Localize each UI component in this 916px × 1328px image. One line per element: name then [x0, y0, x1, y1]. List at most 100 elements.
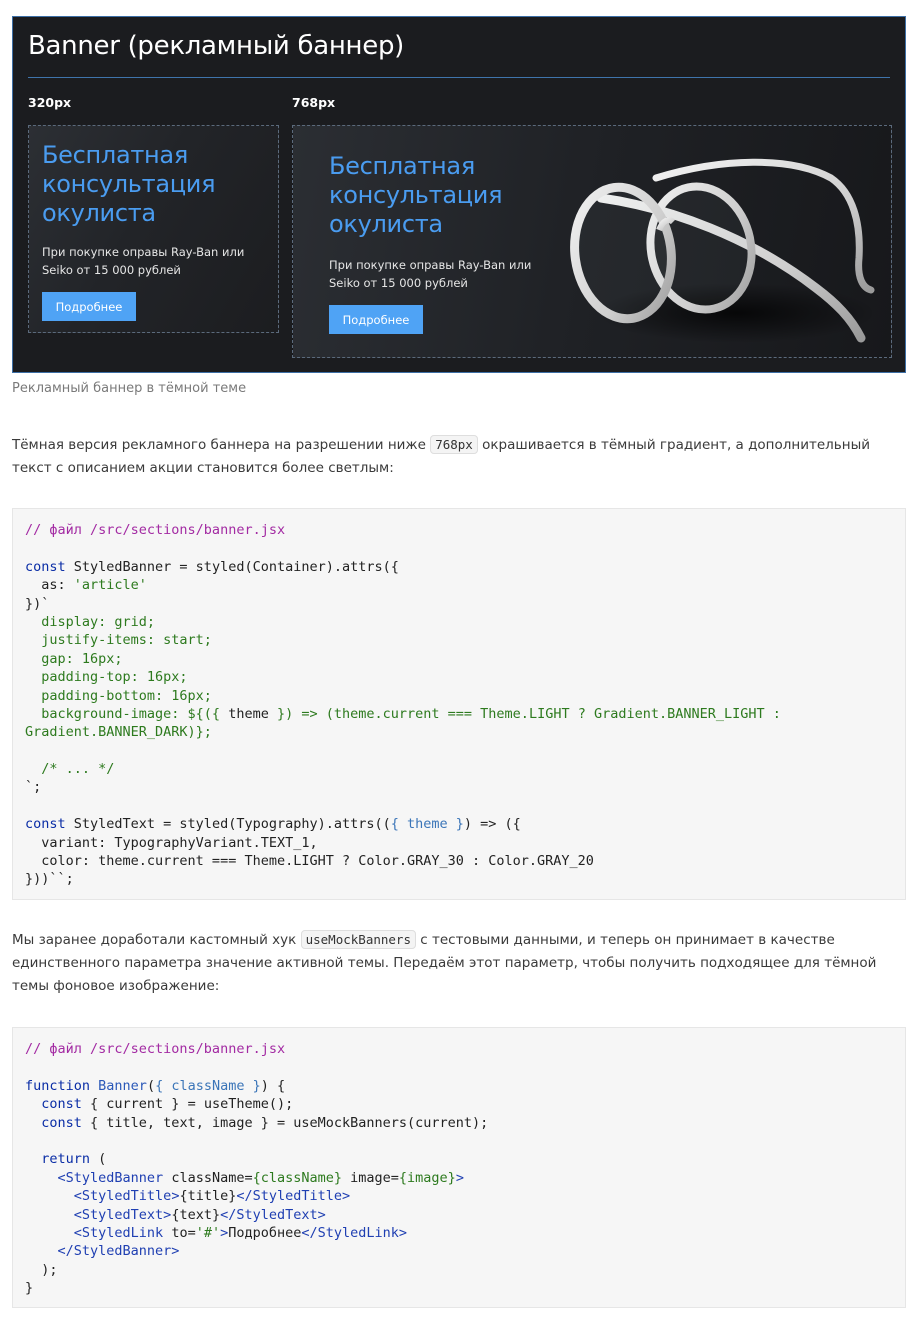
code-token: <StyledBanner [57, 1169, 164, 1186]
code-line: background-image: ${({ theme }) => (them… [25, 705, 893, 723]
code-line: variant: TypographyVariant.TEXT_1, [25, 834, 893, 852]
code-line: <StyledBanner className={className} imag… [25, 1169, 893, 1187]
code-token: return [41, 1151, 91, 1168]
code-token: color: theme.current === Theme.LIGHT ? C… [25, 853, 594, 870]
code-line: function Banner({ className }) { [25, 1077, 893, 1095]
banner-text: При покупке оправы Ray-Ban или Seiko от … [329, 258, 532, 290]
code-line: } [25, 1279, 893, 1297]
code-token: padding-top: 16px; [25, 669, 188, 686]
code-token: </StyledLink> [301, 1224, 408, 1241]
code-token: {image} [398, 1169, 456, 1186]
code-line: return ( [25, 1150, 893, 1168]
breakpoint-label-768: 768px [292, 95, 336, 110]
code-token: > [220, 1224, 229, 1241]
code-token: StyledText = styled(Typography).attrs(( [65, 816, 391, 833]
code-token: 'article' [73, 577, 147, 594]
code-line: justify-items: start; [25, 631, 893, 649]
demo-frame: Banner (рекламный баннер) 320px 768px Бе… [12, 16, 906, 373]
code-token: <StyledText> [73, 1206, 172, 1223]
paragraph-text: Тёмная версия рекламного баннера на разр… [12, 437, 431, 453]
code-token: Подробнее [228, 1224, 302, 1241]
code-token: theme.current === Theme.LIGHT ? Gradient… [333, 705, 781, 722]
code-token: display: grid; [25, 613, 156, 630]
code-token: ); [25, 1261, 58, 1278]
code-token: ( [90, 1151, 107, 1168]
code-token: } [25, 1280, 34, 1297]
demo-title: Banner (рекламный баннер) [28, 31, 404, 61]
code-line: // файл /src/sections/banner.jsx [25, 1040, 893, 1058]
banner-more-button[interactable]: Подробнее [42, 292, 136, 321]
code-token: { current } = useTheme(); [81, 1096, 294, 1113]
code-token: </StyledBanner> [57, 1243, 180, 1260]
code-line: const { current } = useTheme(); [25, 1095, 893, 1113]
title-divider [28, 77, 890, 78]
code-token: image= [342, 1169, 399, 1186]
code-token: const [25, 816, 66, 833]
code-line: const StyledBanner = styled(Container).a… [25, 558, 893, 576]
code-token: const [41, 1114, 82, 1131]
banner-title: Бесплатная консультация окулиста [329, 152, 503, 238]
code-token: {text} [171, 1206, 221, 1223]
figure-caption: Рекламный баннер в тёмной теме [12, 381, 247, 396]
code-token: justify-items: start; [25, 632, 212, 649]
code-line: }))``; [25, 870, 893, 888]
paragraph-dark-version: Тёмная версия рекламного баннера на разр… [12, 433, 902, 480]
code-token: Banner [98, 1077, 147, 1094]
code-token: // файл /src/sections/banner.jsx [25, 522, 286, 538]
code-token: gap: 16px; [25, 650, 123, 667]
inline-code: 768px [430, 435, 478, 454]
code-line: </StyledBanner> [25, 1242, 893, 1260]
code-line: <StyledText>{text}</StyledText> [25, 1206, 893, 1224]
banner-more-button[interactable]: Подробнее [329, 305, 423, 334]
code-token: function [25, 1077, 91, 1094]
code-token: ( [146, 1077, 156, 1094]
code-token: `; [25, 779, 42, 796]
code-line: color: theme.current === Theme.LIGHT ? C… [25, 852, 893, 870]
code-line: const StyledText = styled(Typography).at… [25, 815, 893, 833]
code-token: variant: TypographyVariant.TEXT_1, [25, 834, 318, 851]
code-token: > [455, 1169, 464, 1186]
code-token: }))``; [25, 871, 74, 888]
code-line: })` [25, 595, 893, 613]
banner-title: Бесплатная консультация окулиста [42, 141, 216, 227]
code-token: {className} [252, 1169, 342, 1186]
paragraph-text: Мы заранее доработали кастомный хук [12, 932, 301, 948]
code-line: // файл /src/sections/banner.jsx [25, 521, 893, 539]
code-line: <StyledLink to='#'>Подробнее</StyledLink… [25, 1224, 893, 1242]
code-token: { title, text, image } = useMockBanners(… [81, 1114, 489, 1131]
code-line: gap: 16px; [25, 650, 893, 668]
code-token: Gradient.BANNER_DARK)}; [25, 724, 212, 741]
code-token: as: [25, 577, 74, 594]
code-token: const [25, 558, 66, 575]
code-token: StyledBanner = styled(Container).attrs({ [65, 558, 399, 575]
code-block-styled-banner: // файл /src/sections/banner.jsx const S… [12, 508, 906, 900]
code-line: `; [25, 778, 893, 796]
banner-text: При покупке оправы Ray-Ban или Seiko от … [42, 245, 245, 277]
banner-preview-320: Бесплатная консультация окулиста При пок… [28, 125, 279, 333]
code-token: </StyledText> [220, 1206, 326, 1223]
code-line: const { title, text, image } = useMockBa… [25, 1114, 893, 1132]
code-block-banner-component: // файл /src/sections/banner.jsx functio… [12, 1027, 906, 1308]
code-token: <StyledLink [73, 1224, 164, 1241]
code-line: padding-bottom: 16px; [25, 687, 893, 705]
breakpoint-label-320: 320px [28, 95, 72, 110]
glasses-image [570, 158, 876, 343]
code-token: background-image: ${({ [25, 705, 229, 722]
inline-code: useMockBanners [300, 930, 416, 949]
code-line: ); [25, 1261, 893, 1279]
code-token: ) { [260, 1077, 286, 1094]
code-token: <StyledTitle> [73, 1188, 180, 1205]
